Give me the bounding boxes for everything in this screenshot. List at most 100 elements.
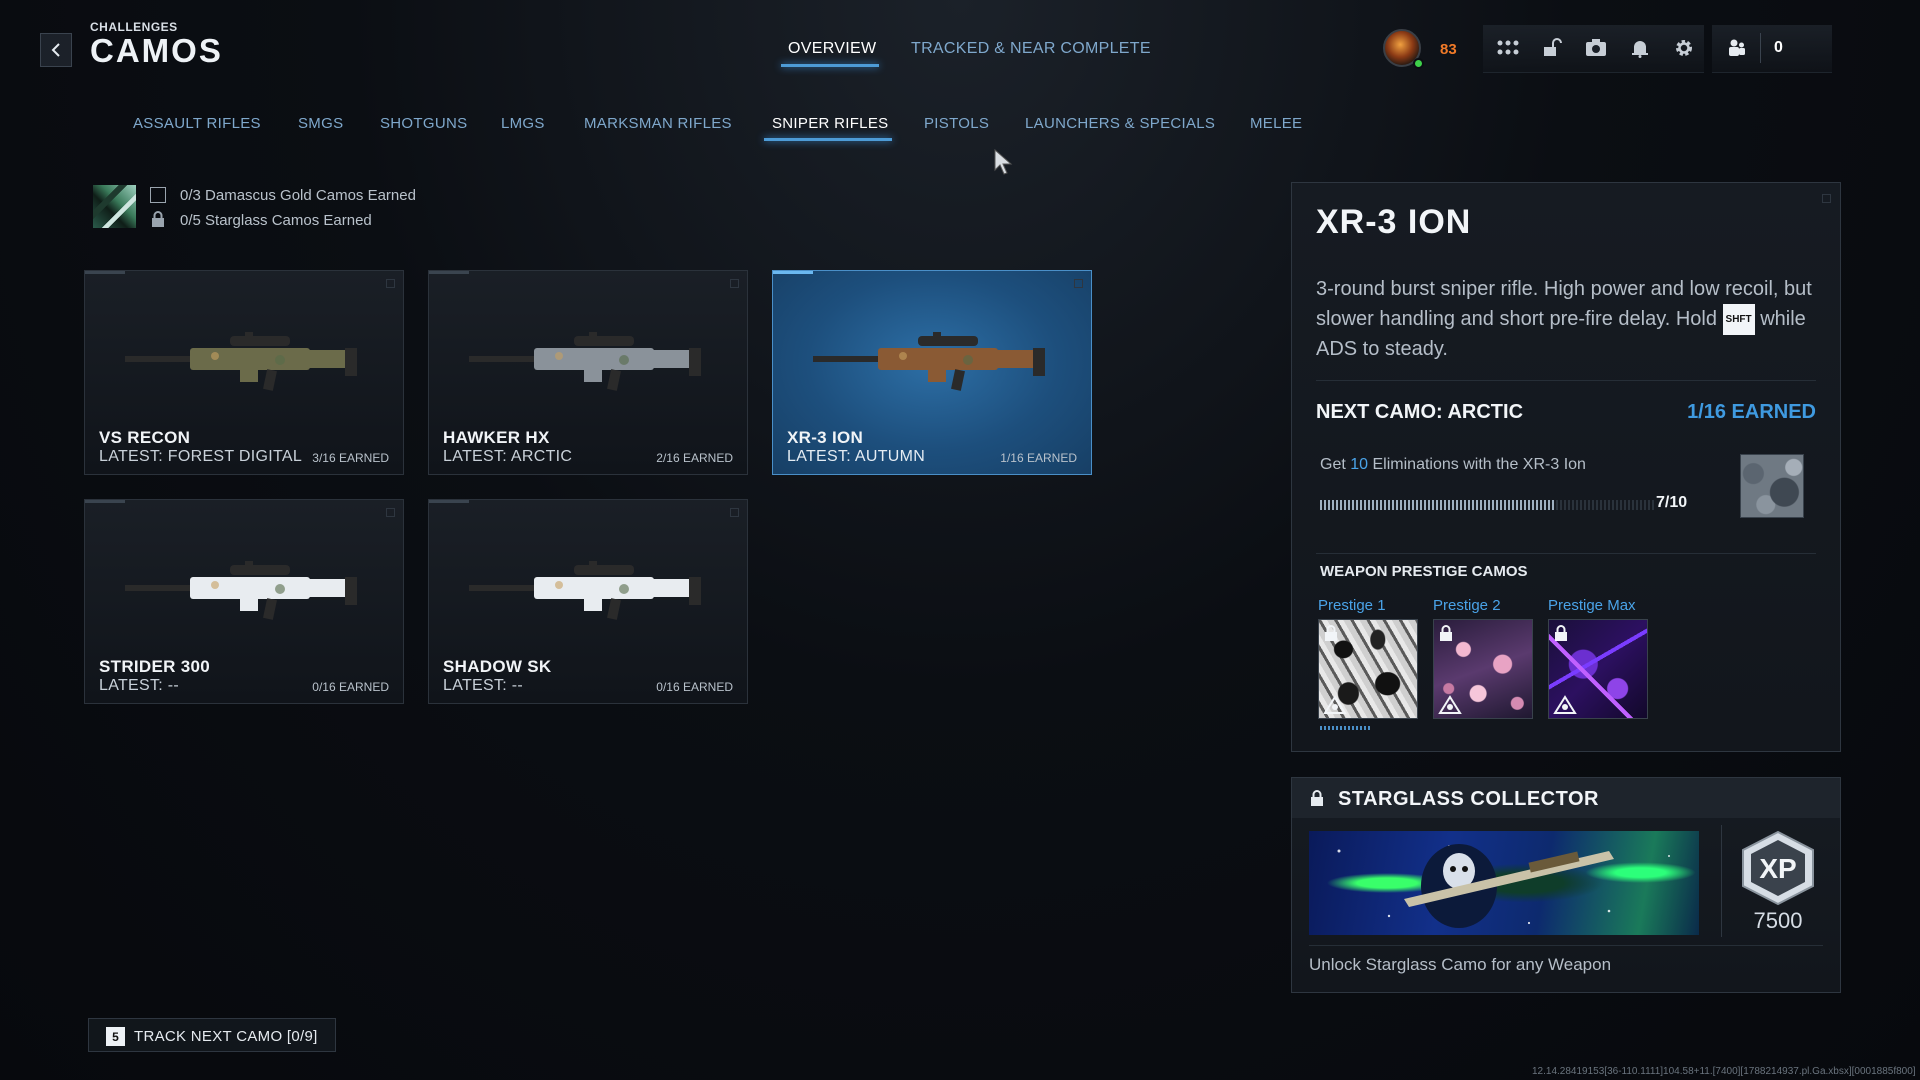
detail-weapon-title: XR-3 ION [1316, 203, 1472, 241]
prestige-badge-icon [1438, 695, 1462, 714]
player-level: 83 [1440, 41, 1457, 58]
weapon-name: VS RECON [99, 428, 191, 447]
lock-icon [1440, 625, 1452, 641]
weapon-card-vs-recon[interactable]: VS RECON LATEST: FOREST DIGITAL 3/16 EAR… [84, 270, 404, 475]
track-next-camo-button[interactable]: 5 TRACK NEXT CAMO [0/9] [88, 1018, 336, 1052]
prestige-2-camo-tile[interactable] [1433, 619, 1533, 719]
prestige-1-label: Prestige 1 [1318, 597, 1386, 614]
card-corner-icon [730, 508, 739, 517]
prestige-max-label: Prestige Max [1548, 597, 1636, 614]
build-info: 12.14.28419153[36-110.1111]104.58+11.[74… [1532, 1066, 1916, 1077]
prestige-page-indicator [1320, 726, 1372, 730]
collector-divider [1721, 825, 1722, 937]
xp-amount: 7500 [1753, 908, 1803, 933]
damascus-summary: 0/3 Damascus Gold Camos Earned [180, 187, 416, 204]
weapon-latest-camo: LATEST: -- [99, 677, 180, 694]
back-button[interactable] [40, 33, 72, 67]
divider [1316, 553, 1816, 554]
arctic-camo-swatch[interactable] [1740, 454, 1804, 518]
friends-divider [1760, 33, 1761, 63]
challenge-prefix: Get [1320, 456, 1346, 473]
challenge-progress-text: 7/10 [1656, 494, 1688, 511]
category-lmgs[interactable]: LMGS [501, 115, 545, 132]
divider [1316, 380, 1816, 381]
weapon-latest-camo: LATEST: ARCTIC [443, 448, 573, 465]
prestige-badge-icon [1553, 695, 1577, 714]
weapon-earned: 2/16 EARNED [656, 451, 733, 465]
weapon-latest-camo: LATEST: AUTUMN [787, 448, 926, 465]
lock-icon [1555, 625, 1567, 641]
shadow-sk-rifle-image [469, 561, 701, 620]
tab-tracked[interactable]: TRACKED & NEAR COMPLETE [911, 40, 1151, 58]
weapon-card-shadow-sk[interactable]: SHADOW SK LATEST: -- 0/16 EARNED [428, 499, 748, 704]
tab-overview-underline [781, 64, 879, 67]
prestige-max-camo-tile[interactable] [1548, 619, 1648, 719]
collector-title: STARGLASS COLLECTOR [1338, 788, 1599, 810]
strider-300-rifle-image [125, 561, 357, 620]
starglass-reward-art [1309, 831, 1699, 935]
weapon-earned: 0/16 EARNED [312, 680, 389, 694]
shift-key-icon: SHFT [1722, 304, 1755, 335]
weapon-name: SHADOW SK [443, 657, 552, 676]
weapon-card-strider-300[interactable]: STRIDER 300 LATEST: -- 0/16 EARNED [84, 499, 404, 704]
tab-overview[interactable]: OVERVIEW [788, 40, 876, 58]
collector-description: Unlock Starglass Camo for any Weapon [1309, 955, 1612, 974]
card-corner-icon [730, 279, 739, 288]
damascus-checkbox-icon [150, 187, 166, 203]
key-5-icon: 5 [106, 1027, 125, 1046]
weapon-name: XR-3 ION [787, 428, 864, 447]
challenge-count: 10 [1350, 456, 1369, 473]
weapon-earned: 3/16 EARNED [312, 451, 389, 465]
category-active-underline [764, 138, 892, 141]
menu-grid-icon[interactable] [1496, 36, 1520, 60]
card-topline [429, 271, 469, 274]
weapon-name: HAWKER HX [443, 428, 550, 447]
card-topline [85, 500, 125, 503]
detail-description: 3-round burst sniper rifle. High power a… [1316, 275, 1816, 364]
weapon-latest-camo: LATEST: -- [443, 677, 524, 694]
camo-summary-thumbnail [93, 185, 136, 228]
prestige-1-camo-tile[interactable] [1318, 619, 1418, 719]
camera-icon[interactable] [1584, 36, 1608, 60]
lock-icon [151, 211, 165, 232]
category-marksman-rifles[interactable]: MARKSMAN RIFLES [584, 115, 732, 132]
next-camo-label: NEXT CAMO: ARCTIC [1316, 401, 1524, 423]
challenge-description: Get 10 Eliminations with the XR-3 Ion [1320, 456, 1586, 474]
challenge-suffix: Eliminations with the XR-3 Ion [1372, 456, 1586, 473]
prestige-2-label: Prestige 2 [1433, 597, 1501, 614]
xr-3-ion-rifle-image [813, 332, 1045, 391]
divider [1309, 945, 1823, 946]
online-status-dot [1413, 58, 1424, 69]
gear-icon[interactable] [1672, 36, 1696, 60]
card-topline [429, 500, 469, 503]
starglass-summary: 0/5 Starglass Camos Earned [180, 212, 372, 229]
mouse-cursor-icon [993, 148, 1015, 181]
category-sniper-rifles[interactable]: SNIPER RIFLES [772, 115, 888, 132]
bell-icon[interactable] [1628, 36, 1652, 60]
friends-icon[interactable] [1725, 36, 1749, 60]
vs-recon-rifle-image [125, 332, 357, 391]
next-camo-earned: 1/16 EARNED [1687, 401, 1816, 423]
prestige-heading: WEAPON PRESTIGE CAMOS [1320, 563, 1528, 580]
weapon-latest-camo: LATEST: FOREST DIGITAL [99, 448, 303, 465]
category-melee[interactable]: MELEE [1250, 115, 1302, 132]
category-shotguns[interactable]: SHOTGUNS [380, 115, 467, 132]
lock-icon [1310, 790, 1324, 811]
panel-corner-icon [1822, 194, 1831, 203]
weapon-card-hawker-hx[interactable]: HAWKER HX LATEST: ARCTIC 2/16 EARNED [428, 270, 748, 475]
page-title: CAMOS [90, 32, 223, 69]
weapon-earned: 0/16 EARNED [656, 680, 733, 694]
xp-badge-icon: XP [1733, 828, 1823, 908]
category-pistols[interactable]: PISTOLS [924, 115, 989, 132]
category-assault-rifles[interactable]: ASSAULT RIFLES [133, 115, 261, 132]
weapon-card-xr-3-ion[interactable]: XR-3 ION LATEST: AUTUMN 1/16 EARNED [772, 270, 1092, 475]
weapon-name: STRIDER 300 [99, 657, 211, 676]
category-launchers-specials[interactable]: LAUNCHERS & SPECIALS [1025, 115, 1215, 132]
track-next-camo-label: TRACK NEXT CAMO [0/9] [134, 1028, 318, 1045]
challenge-progress-bar [1320, 500, 1655, 510]
unlock-icon[interactable] [1540, 36, 1564, 60]
category-smgs[interactable]: SMGS [298, 115, 343, 132]
friends-count: 0 [1774, 39, 1783, 56]
challenge-progress-fill [1320, 500, 1555, 510]
chevron-left-icon [51, 43, 60, 57]
